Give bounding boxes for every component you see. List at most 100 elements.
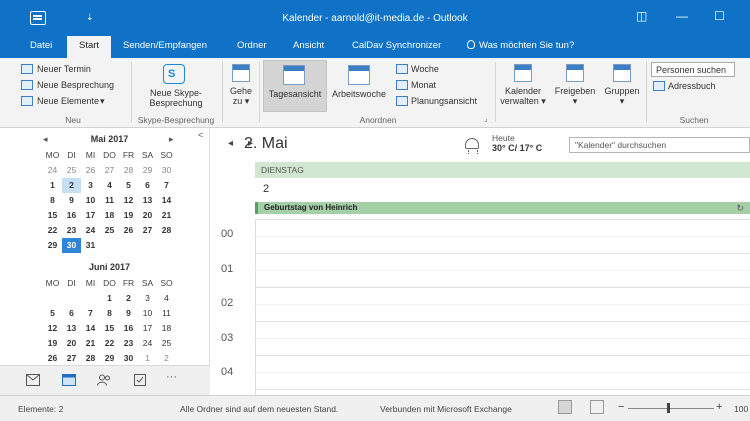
tab-datei[interactable]: Datei bbox=[30, 40, 52, 51]
collapse-pane-button[interactable]: < bbox=[198, 130, 203, 140]
zoom-in-button[interactable]: + bbox=[716, 401, 722, 413]
zoom-out-button[interactable]: − bbox=[618, 401, 624, 413]
tab-senden-empfangen[interactable]: Senden/Empfangen bbox=[123, 40, 207, 51]
calendar-day[interactable]: 11 bbox=[100, 193, 119, 208]
calendar-day[interactable]: 4 bbox=[100, 178, 119, 193]
calendar-day[interactable]: 7 bbox=[157, 178, 176, 193]
new-meeting-button[interactable]: Neue Besprechung bbox=[37, 80, 114, 90]
calendar-day[interactable]: 30 bbox=[62, 238, 81, 253]
weather-forecast[interactable]: Heute 30° C/ 17° C bbox=[492, 133, 542, 153]
tab-ordner[interactable]: Ordner bbox=[237, 40, 267, 51]
calendar-day[interactable]: 13 bbox=[62, 321, 81, 336]
calendar-day[interactable]: 18 bbox=[100, 208, 119, 223]
calendar-day[interactable]: 17 bbox=[81, 208, 100, 223]
calendar-day[interactable]: 8 bbox=[100, 306, 119, 321]
tell-me-box[interactable]: Was möchten Sie tun? bbox=[467, 40, 574, 51]
calendar-icon[interactable] bbox=[62, 374, 76, 386]
calendar-day[interactable]: 19 bbox=[43, 336, 62, 351]
calendar-day[interactable]: 7 bbox=[81, 306, 100, 321]
calendar-day[interactable]: 15 bbox=[100, 321, 119, 336]
calendar-day[interactable]: 6 bbox=[138, 178, 157, 193]
more-icon[interactable]: ··· bbox=[166, 371, 186, 383]
calendar-day[interactable]: 14 bbox=[81, 321, 100, 336]
calendar-day[interactable]: 4 bbox=[157, 291, 176, 306]
calendar-day[interactable]: 5 bbox=[43, 306, 62, 321]
calendar-day[interactable]: 25 bbox=[100, 223, 119, 238]
zoom-slider-track[interactable] bbox=[628, 408, 714, 409]
calendar-day[interactable]: 26 bbox=[81, 163, 100, 178]
calendar-day[interactable]: 3 bbox=[138, 291, 157, 306]
new-appointment-button[interactable]: Neuer Termin bbox=[37, 64, 91, 74]
calendar-day[interactable]: 30 bbox=[119, 351, 138, 366]
calendar-day[interactable]: 1 bbox=[43, 178, 62, 193]
calendar-day[interactable]: 13 bbox=[138, 193, 157, 208]
work-week-button[interactable]: Arbeitswoche bbox=[327, 89, 391, 99]
new-items-dropdown[interactable]: Neue Elemente bbox=[37, 96, 99, 106]
calendar-day[interactable]: 26 bbox=[43, 351, 62, 366]
tab-caldav[interactable]: CalDav Synchronizer bbox=[352, 40, 441, 51]
calendar-day[interactable]: 26 bbox=[119, 223, 138, 238]
calendar-day[interactable]: 2 bbox=[157, 351, 176, 366]
calendar-day[interactable]: 29 bbox=[100, 351, 119, 366]
calendar-day[interactable]: 25 bbox=[157, 336, 176, 351]
calendar-day[interactable]: 27 bbox=[138, 223, 157, 238]
calendar-day[interactable]: 17 bbox=[138, 321, 157, 336]
zoom-slider-thumb[interactable] bbox=[667, 403, 670, 413]
mail-icon[interactable] bbox=[26, 374, 40, 386]
calendar-day[interactable]: 28 bbox=[81, 351, 100, 366]
zoom-level[interactable]: 100 bbox=[734, 404, 748, 414]
calendar-day[interactable]: 2 bbox=[119, 291, 138, 306]
calendar-day[interactable]: 9 bbox=[119, 306, 138, 321]
tab-ansicht[interactable]: Ansicht bbox=[293, 40, 324, 51]
calendar-day[interactable]: 19 bbox=[119, 208, 138, 223]
calendar-day[interactable]: 27 bbox=[100, 163, 119, 178]
calendar-day[interactable]: 2 bbox=[62, 178, 81, 193]
prev-day-button[interactable]: ◂ bbox=[228, 138, 233, 149]
next-month-button[interactable]: ▸ bbox=[169, 134, 174, 145]
normal-view-icon[interactable] bbox=[558, 400, 572, 414]
calendar-day[interactable]: 22 bbox=[100, 336, 119, 351]
calendar-day[interactable]: 23 bbox=[62, 223, 81, 238]
calendar-day[interactable]: 29 bbox=[43, 238, 62, 253]
address-book-button[interactable]: Adressbuch bbox=[668, 81, 716, 91]
calendar-day[interactable]: 10 bbox=[81, 193, 100, 208]
calendar-day[interactable]: 10 bbox=[138, 306, 157, 321]
ribbon-display-options-icon[interactable]: ◫ bbox=[636, 9, 647, 23]
calendar-day[interactable]: 21 bbox=[157, 208, 176, 223]
calendar-day[interactable]: 30 bbox=[157, 163, 176, 178]
calendar-day[interactable]: 20 bbox=[138, 208, 157, 223]
calendar-day[interactable]: 12 bbox=[119, 193, 138, 208]
calendar-day[interactable]: 1 bbox=[138, 351, 157, 366]
all-day-event[interactable]: Geburtstag von Heinrich ↻ bbox=[255, 202, 750, 214]
calendar-day[interactable]: 3 bbox=[81, 178, 100, 193]
calendar-day[interactable]: 6 bbox=[62, 306, 81, 321]
manage-calendars-button[interactable]: Kalender verwalten ▾ bbox=[497, 86, 549, 107]
maximize-button[interactable]: ☐ bbox=[714, 9, 725, 23]
search-people-input[interactable]: Personen suchen bbox=[651, 62, 735, 77]
groups-button[interactable]: Gruppen ▾ bbox=[600, 86, 644, 107]
schedule-view-button[interactable]: Planungsansicht bbox=[411, 96, 477, 106]
calendar-day[interactable]: 16 bbox=[119, 321, 138, 336]
calendar-day[interactable]: 18 bbox=[157, 321, 176, 336]
calendar-day[interactable]: 5 bbox=[119, 178, 138, 193]
time-grid[interactable] bbox=[255, 219, 750, 395]
calendar-day[interactable]: 1 bbox=[100, 291, 119, 306]
calendar-day[interactable]: 12 bbox=[43, 321, 62, 336]
new-skype-meeting-button[interactable]: Neue Skype- Besprechung bbox=[138, 88, 214, 108]
go-to-button[interactable]: Gehe zu ▾ bbox=[226, 86, 256, 107]
calendar-day[interactable]: 28 bbox=[157, 223, 176, 238]
calendar-day[interactable]: 25 bbox=[62, 163, 81, 178]
calendar-day[interactable]: 16 bbox=[62, 208, 81, 223]
calendar-day[interactable]: 31 bbox=[81, 238, 100, 253]
calendar-day[interactable]: 27 bbox=[62, 351, 81, 366]
minimize-button[interactable]: — bbox=[676, 9, 688, 23]
calendar-day[interactable]: 24 bbox=[43, 163, 62, 178]
week-button[interactable]: Woche bbox=[411, 64, 439, 74]
calendar-day[interactable]: 15 bbox=[43, 208, 62, 223]
calendar-day[interactable]: 29 bbox=[138, 163, 157, 178]
month-button[interactable]: Monat bbox=[411, 80, 436, 90]
calendar-day[interactable]: 20 bbox=[62, 336, 81, 351]
calendar-day[interactable]: 9 bbox=[62, 193, 81, 208]
calendar-day[interactable]: 22 bbox=[43, 223, 62, 238]
calendar-day[interactable]: 24 bbox=[138, 336, 157, 351]
